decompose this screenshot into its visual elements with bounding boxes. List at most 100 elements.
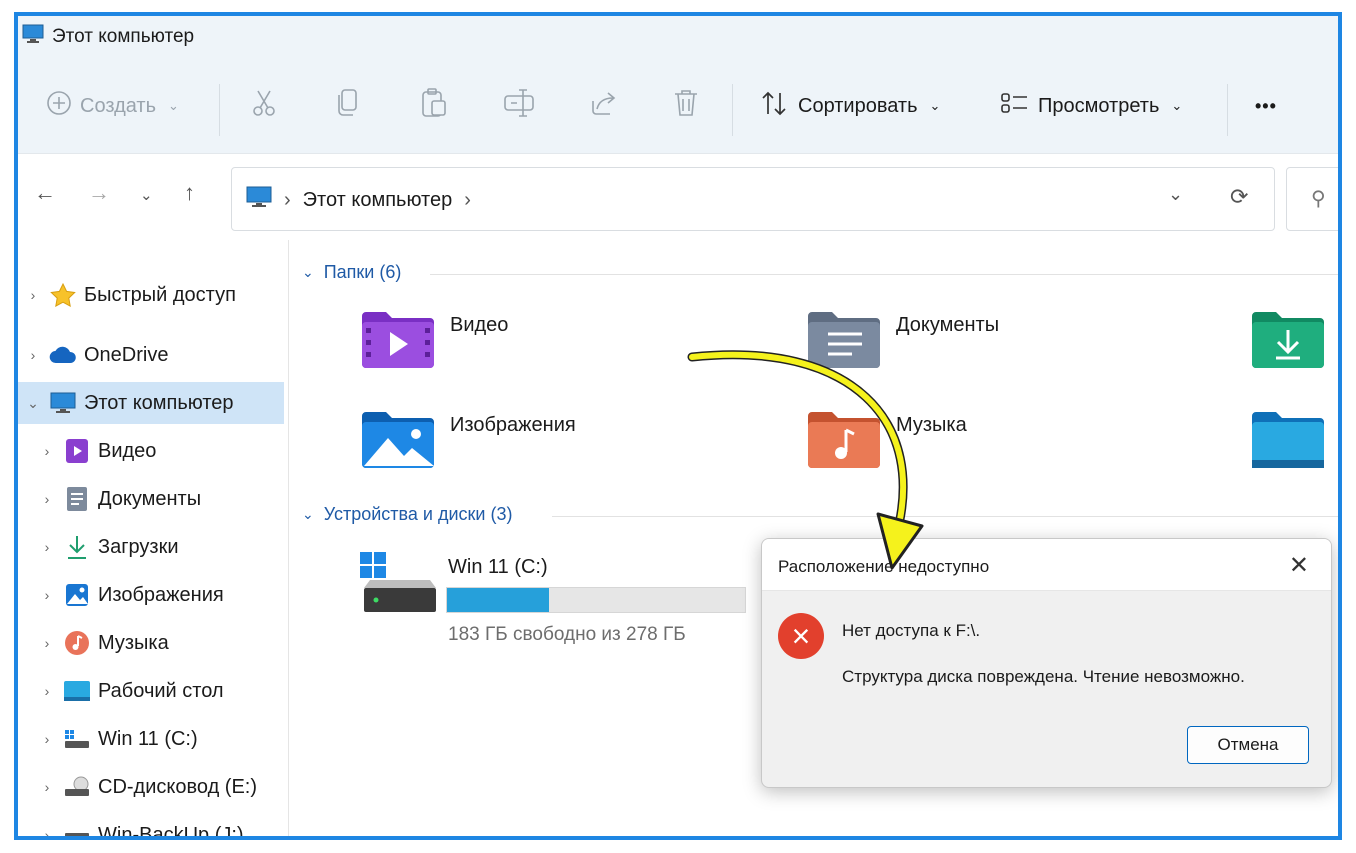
sidebar-item-backup-drive[interactable]: › Win-BackUp (J:) — [18, 814, 284, 836]
collapse-chevron-icon[interactable]: ⌄ — [18, 395, 48, 412]
recent-chevron-icon[interactable]: ⌄ — [140, 186, 153, 204]
close-icon[interactable]: ✕ — [1289, 551, 1309, 580]
more-options-button[interactable]: ••• — [1255, 78, 1277, 134]
breadcrumb-separator-icon: › — [464, 188, 471, 211]
sidebar-item-label: Документы — [98, 487, 202, 510]
paste-icon — [420, 88, 448, 124]
drive-free-space: 183 ГБ свободно из 278 ГБ — [448, 624, 686, 645]
share-button[interactable] — [589, 78, 619, 134]
folder-video[interactable]: Видео — [360, 308, 508, 376]
drive-usage-bar — [446, 587, 746, 613]
view-button[interactable]: Просмотреть ⌄ — [1000, 78, 1182, 134]
cd-drive-icon — [62, 774, 92, 800]
folder-downloads[interactable] — [1250, 308, 1326, 376]
expand-chevron-icon[interactable]: › — [32, 587, 62, 603]
expand-chevron-icon[interactable]: › — [32, 683, 62, 699]
pictures-folder-icon — [360, 408, 436, 476]
pictures-icon — [62, 582, 92, 608]
sidebar-item-music[interactable]: › Музыка — [18, 622, 284, 664]
devices-group-header[interactable]: ⌄ Устройства и диски (3) — [302, 504, 512, 525]
sidebar-item-this-pc[interactable]: ⌄ Этот компьютер — [18, 382, 284, 424]
sidebar-item-label: Музыка — [98, 631, 169, 654]
documents-icon — [62, 486, 92, 512]
chevron-down-icon: ⌄ — [929, 98, 941, 113]
folder-documents[interactable]: Документы — [806, 308, 999, 376]
back-arrow-icon[interactable]: ← — [34, 180, 56, 206]
folder-label: Музыка — [896, 413, 967, 436]
view-list-icon — [1000, 91, 1030, 121]
computer-icon — [246, 186, 272, 214]
title-row: Этот компьютер — [22, 24, 194, 50]
dialog-header: Расположение недоступно ✕ — [762, 539, 1331, 591]
create-button[interactable]: Создать ⌄ — [46, 78, 179, 134]
copy-icon — [336, 88, 360, 124]
paste-button[interactable] — [420, 78, 448, 134]
system-drive-icon — [360, 552, 440, 621]
sidebar-item-downloads[interactable]: › Загрузки — [18, 526, 284, 568]
expand-chevron-icon[interactable]: › — [32, 491, 62, 507]
video-folder-icon — [62, 438, 92, 464]
sidebar-item-cd-drive[interactable]: › CD-дисковод (E:) — [18, 766, 284, 808]
folder-label: Документы — [896, 313, 1000, 336]
devices-header-label: Устройства и диски (3) — [323, 504, 513, 524]
create-label: Создать — [80, 94, 157, 117]
cut-button[interactable] — [250, 78, 278, 134]
expand-chevron-icon[interactable]: › — [18, 347, 48, 363]
downloads-folder-icon — [1250, 308, 1326, 376]
drive-name: Win 11 (C:) — [448, 556, 548, 578]
star-icon — [48, 282, 78, 308]
sidebar-item-video[interactable]: › Видео — [18, 430, 284, 472]
cancel-button[interactable]: Отмена — [1187, 726, 1309, 764]
folders-header-label: Папки (6) — [323, 262, 402, 282]
error-icon: × — [778, 613, 824, 659]
folders-group-header[interactable]: ⌄ Папки (6) — [302, 262, 401, 283]
sidebar-item-drive-c[interactable]: › Win 11 (C:) — [18, 718, 284, 760]
sort-button[interactable]: Сортировать ⌄ — [760, 78, 940, 134]
error-dialog: Расположение недоступно ✕ × Нет доступа … — [761, 538, 1332, 788]
chevron-down-icon: ⌄ — [1171, 98, 1183, 113]
music-folder-icon — [806, 408, 882, 476]
collapse-chevron-icon: ⌄ — [302, 264, 314, 280]
system-drive-icon — [62, 726, 92, 752]
share-icon — [589, 89, 619, 123]
forward-arrow-icon[interactable]: → — [88, 180, 110, 206]
search-box[interactable]: ⚲ — [1286, 167, 1338, 231]
expand-chevron-icon[interactable]: › — [32, 779, 62, 795]
collapse-chevron-icon: ⌄ — [302, 506, 314, 522]
expand-chevron-icon[interactable]: › — [32, 635, 62, 651]
sidebar-item-onedrive[interactable]: › OneDrive — [18, 334, 284, 376]
sidebar-item-documents[interactable]: › Документы — [18, 478, 284, 520]
delete-button[interactable] — [673, 78, 699, 134]
sidebar-item-pictures[interactable]: › Изображения — [18, 574, 284, 616]
toolbar-divider — [219, 84, 220, 136]
music-icon — [62, 630, 92, 656]
refresh-icon[interactable]: ⟳ — [1230, 184, 1248, 210]
expand-chevron-icon[interactable]: › — [32, 539, 62, 555]
expand-chevron-icon[interactable]: › — [32, 827, 62, 836]
expand-chevron-icon[interactable]: › — [18, 287, 48, 303]
trash-icon — [673, 88, 699, 124]
breadcrumb-separator-icon: › — [284, 188, 291, 211]
sort-icon — [760, 90, 790, 122]
folder-music[interactable]: Музыка — [806, 408, 967, 476]
desktop-folder-icon — [1250, 408, 1326, 476]
title-toolbar-area: Этот компьютер Создать ⌄ Сортировать ⌄ П… — [18, 16, 1338, 153]
up-arrow-icon[interactable]: ↑ — [184, 180, 195, 206]
breadcrumb: › Этот компьютер › — [246, 186, 471, 214]
copy-button[interactable] — [336, 78, 360, 134]
sidebar-item-desktop[interactable]: › Рабочий стол — [18, 670, 284, 712]
expand-chevron-icon[interactable]: › — [32, 443, 62, 459]
video-folder-icon — [360, 308, 436, 376]
folder-desktop[interactable] — [1250, 408, 1326, 476]
plus-circle-icon — [46, 90, 72, 122]
address-bar[interactable]: › Этот компьютер › ⌄ ⟳ — [231, 167, 1275, 231]
folder-pictures[interactable]: Изображения — [360, 408, 576, 476]
sidebar-item-quick-access[interactable]: › Быстрый доступ — [18, 274, 284, 316]
expand-chevron-icon[interactable]: › — [32, 731, 62, 747]
rename-button[interactable] — [503, 78, 535, 134]
drive-icon — [62, 822, 92, 836]
address-history-chevron-icon[interactable]: ⌄ — [1168, 184, 1183, 205]
breadcrumb-this-pc[interactable]: Этот компьютер — [303, 189, 453, 212]
sidebar-item-label: Изображения — [98, 583, 224, 606]
rename-icon — [503, 88, 535, 124]
